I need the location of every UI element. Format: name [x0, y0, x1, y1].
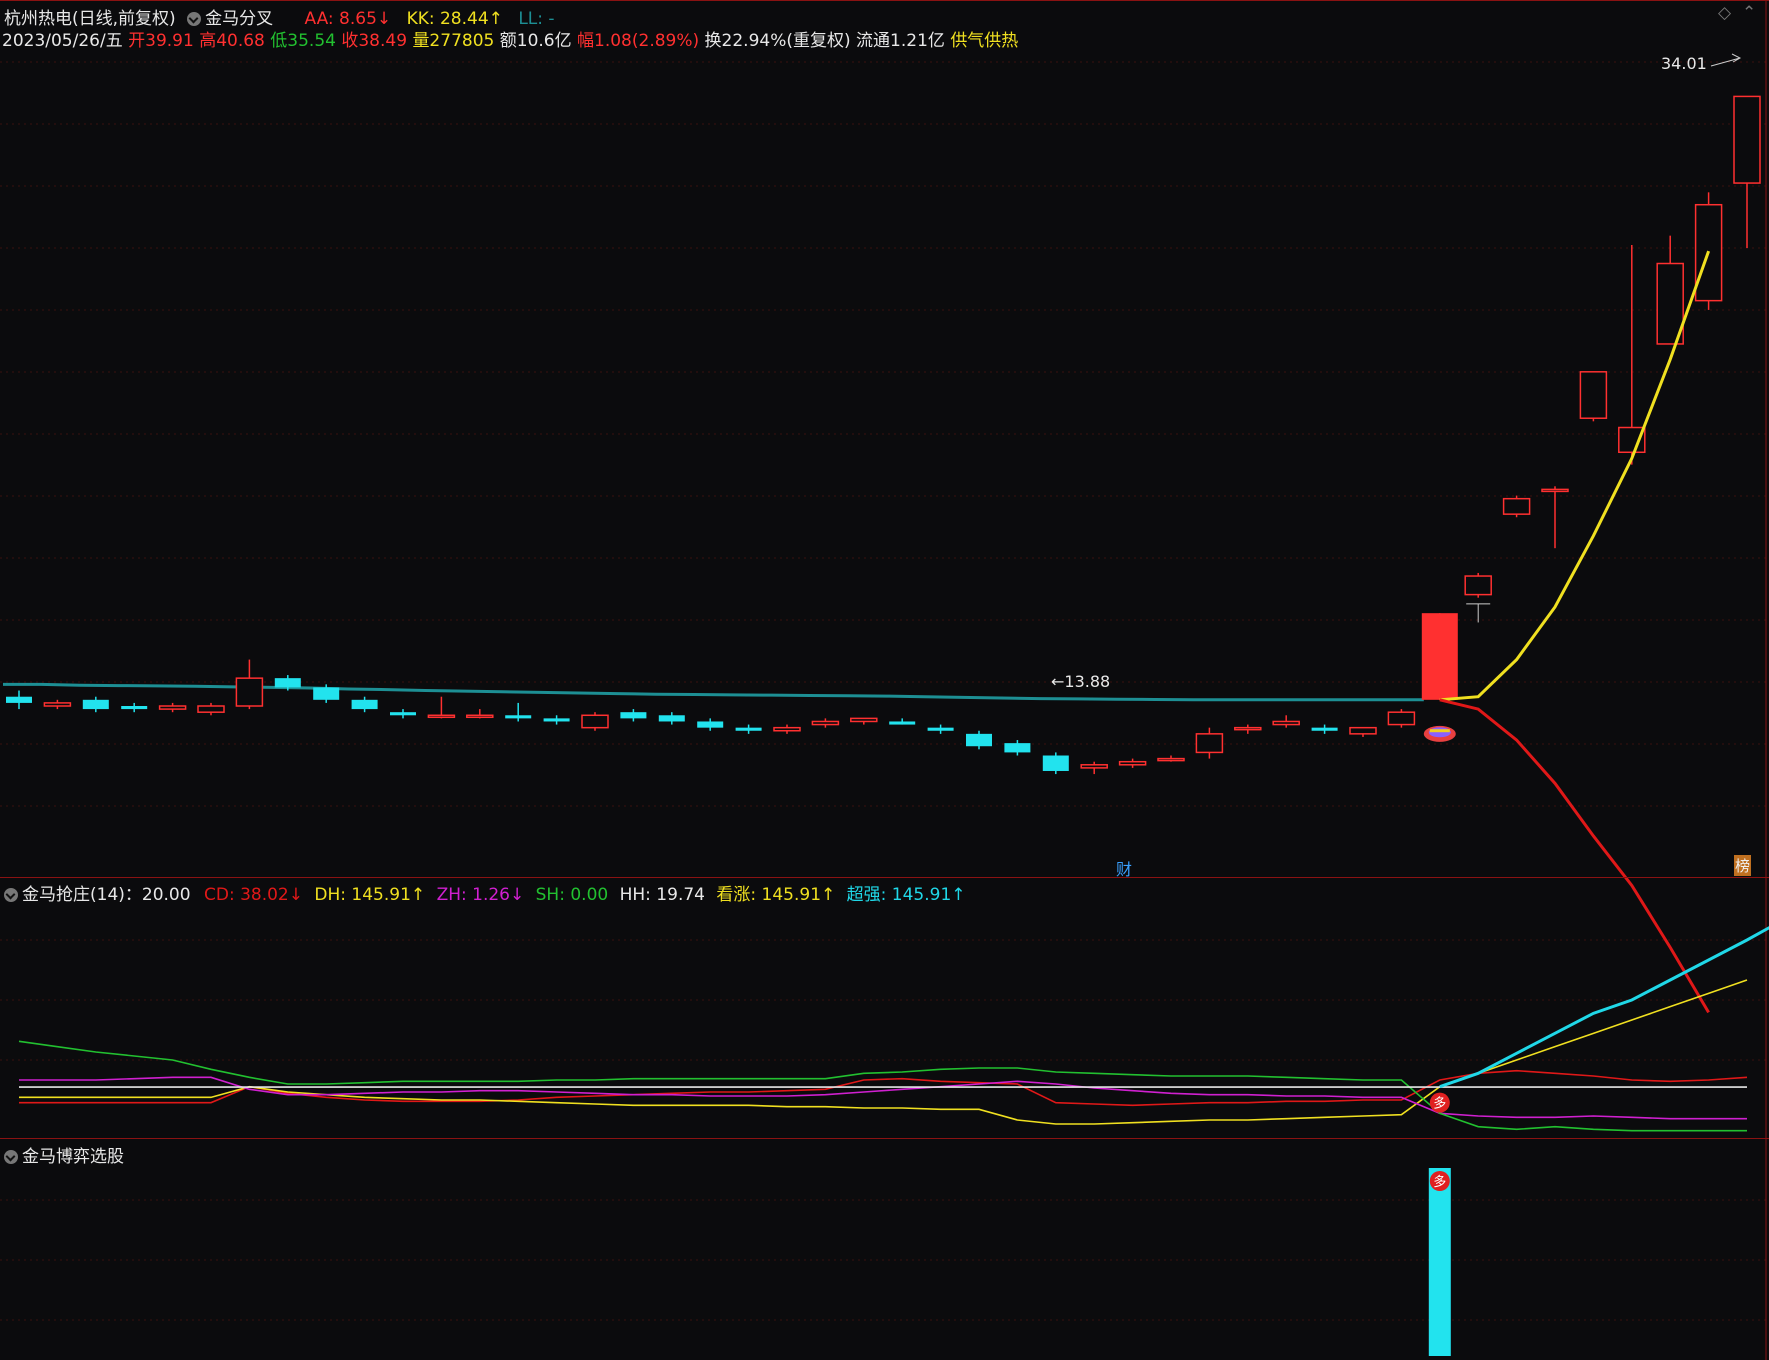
candle-body	[1042, 755, 1069, 771]
signal-marker	[1428, 727, 1451, 738]
zh-value: ZH: 1.26↓	[436, 885, 525, 905]
candle-body	[235, 677, 264, 707]
dropdown-icon[interactable]	[4, 1150, 18, 1164]
candle-body	[313, 687, 340, 700]
dropdown-icon[interactable]	[187, 12, 202, 26]
float-label: 流通1.21亿	[856, 31, 945, 51]
turnover-label: 换22.94%(重复权)	[704, 31, 851, 51]
close-label: 收38.49	[341, 31, 408, 51]
candle-body	[1272, 720, 1300, 726]
candle-body	[1579, 371, 1608, 419]
dropdown-icon[interactable]	[4, 888, 18, 902]
series-DH	[19, 979, 1748, 1125]
panel-separator-1[interactable]	[0, 877, 1769, 878]
sector-tag[interactable]: 供气供热	[950, 31, 1018, 51]
candle-body	[773, 726, 801, 732]
candle-body	[966, 733, 992, 747]
candle-body	[1387, 711, 1416, 726]
panel3-header: 金马博弈选股	[4, 1142, 124, 1167]
signal-candle	[1421, 613, 1458, 700]
hh-value: HH: 19.74	[619, 885, 705, 905]
series-ZH	[19, 1076, 1747, 1120]
candle-body	[658, 715, 685, 722]
volume-label: 量277805	[412, 31, 495, 51]
sh-value: SH: 0.00	[535, 885, 609, 905]
candle-body	[811, 720, 840, 726]
candle-body	[1541, 488, 1569, 493]
candle-body	[543, 718, 570, 722]
candle-body	[1502, 497, 1531, 515]
high-label: 高40.68	[199, 31, 265, 51]
candle-body	[82, 699, 109, 710]
candle-body	[889, 721, 916, 725]
candle-body	[1118, 760, 1147, 766]
series-CD	[19, 1069, 1748, 1107]
panel3-title[interactable]: 金马博弈选股	[22, 1147, 124, 1167]
signal-bar	[1428, 1168, 1451, 1356]
amount-label: 额10.6亿	[499, 31, 572, 51]
candle-body	[1464, 575, 1492, 596]
kz-value: 看涨: 145.91↑	[716, 885, 836, 905]
candle-body	[121, 706, 148, 710]
series-SH	[18, 1040, 1747, 1132]
high-arrow	[1710, 53, 1742, 67]
duo-badge-text: 多	[1433, 1174, 1446, 1190]
date-label: 2023/05/26/五	[2, 31, 123, 51]
low-price-label: ←13.88	[1051, 672, 1111, 691]
open-label: 开39.91	[128, 31, 194, 51]
dh-value: DH: 145.91↑	[314, 885, 426, 905]
candle-body	[927, 727, 954, 731]
candle-body	[274, 678, 301, 688]
candle-body	[850, 717, 878, 723]
candle-body	[1080, 764, 1108, 769]
candle-body	[735, 727, 762, 731]
candle-body	[1195, 733, 1224, 754]
candle-body	[427, 714, 456, 719]
duo-badge-text: 多	[1433, 1096, 1446, 1112]
candle-body	[1157, 757, 1185, 762]
candle-body	[466, 714, 494, 719]
finance-marker[interactable]: 财	[1116, 856, 1132, 880]
candle-body	[505, 715, 532, 719]
low-label: 低35.54	[270, 31, 336, 51]
cd-value: CD: 38.02↓	[203, 885, 303, 905]
candle-body	[1004, 743, 1031, 753]
kk-line	[3, 682, 1424, 702]
high-price-label: 34.01	[1661, 54, 1707, 73]
ll-line	[1439, 698, 1710, 1014]
main-chart[interactable]: 多多	[0, 0, 1769, 1360]
ranking-marker[interactable]: 榜	[1734, 855, 1752, 876]
candle-body	[6, 696, 32, 703]
cq-value: 超强: 145.91↑	[846, 885, 966, 905]
panel-separator-2[interactable]	[0, 1138, 1769, 1139]
candle-body	[697, 721, 724, 728]
candle-body	[351, 699, 378, 710]
top-border	[0, 0, 1769, 1]
signal-marker	[1429, 729, 1450, 733]
candle-body	[1733, 95, 1761, 184]
candle-body	[1311, 727, 1338, 731]
candle-body	[390, 712, 416, 716]
candle-body	[1349, 726, 1377, 735]
diamond-icon[interactable]: ◇	[1718, 3, 1731, 23]
series-看涨	[1439, 926, 1769, 1089]
chart-header-row2: 2023/05/26/五 开39.91 高40.68 低35.54 收38.49…	[2, 26, 1018, 51]
candle-body	[620, 712, 647, 719]
candle-body	[1234, 726, 1262, 731]
change-label: 幅1.08(2.89%)	[577, 31, 700, 51]
panel2-title[interactable]: 金马抢庄(14)：20.00	[22, 885, 191, 905]
candle-body	[581, 714, 609, 729]
panel2-header: 金马抢庄(14)：20.00 CD: 38.02↓ DH: 145.91↑ ZH…	[4, 880, 966, 905]
expand-icon[interactable]: ⌃	[1742, 3, 1756, 23]
candle-body	[197, 705, 225, 713]
candle-body	[158, 705, 187, 710]
candle-body	[43, 702, 72, 707]
